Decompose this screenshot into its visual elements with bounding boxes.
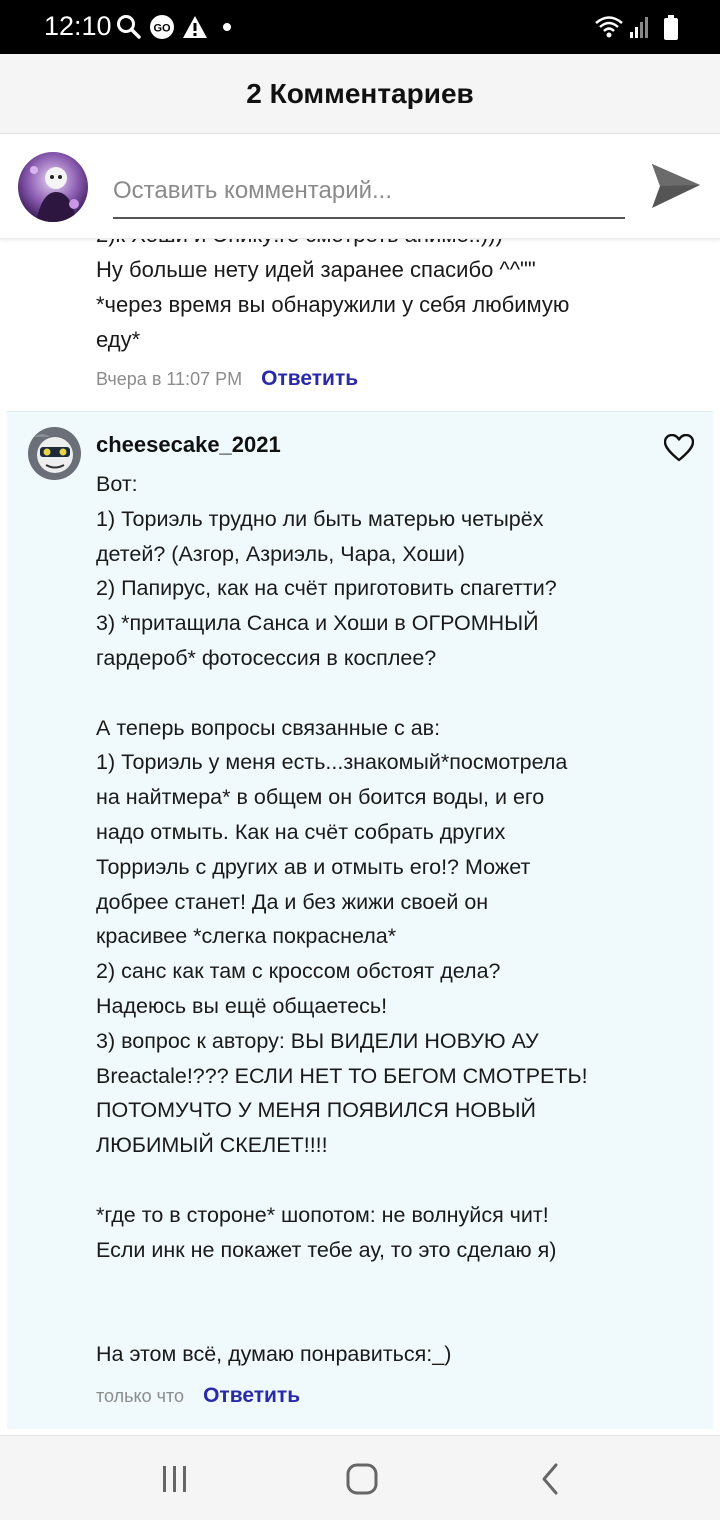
author-avatar[interactable] xyxy=(28,427,81,480)
comment-timestamp: Вчера в 11:07 PM xyxy=(96,369,243,389)
comment-line: 1) Ториэль трудно ли быть матерью четырё… xyxy=(96,506,544,531)
search-icon xyxy=(117,15,141,39)
comment-card: cheesecake_2021 Вот: 1) Ториэль трудно л… xyxy=(7,411,713,1429)
comment-timestamp: только что xyxy=(96,1386,185,1406)
comment-input[interactable] xyxy=(113,165,625,219)
status-time: 12:10 xyxy=(44,11,112,41)
comment-line: На этом всё, думаю понравиться:_) xyxy=(96,1341,452,1366)
like-heart-icon[interactable] xyxy=(664,434,694,462)
comment-line: красивее *слегка покраснела* xyxy=(96,924,397,949)
user-avatar[interactable] xyxy=(18,152,88,222)
dot-icon xyxy=(223,23,231,31)
comment-author[interactable]: cheesecake_2021 xyxy=(96,432,281,458)
comment-line: *через время вы обнаружили у себя любиму… xyxy=(96,292,570,317)
comment-line: 3) вопрос к автору: ВЫ ВИДЕЛИ НОВУЮ АУ xyxy=(96,1028,539,1053)
comment-line: 2) санс как там с кроссом обстоят дела? xyxy=(96,959,501,984)
go-icon: GO xyxy=(150,15,174,39)
comment-line: надо отмыть. Как на счёт собрать других xyxy=(96,819,506,844)
comment-line: 2) Папирус, как на счёт приготовить спаг… xyxy=(96,576,557,601)
comment-meta: только что Ответить xyxy=(96,1384,300,1408)
comment-line: А теперь вопросы связанные с ав: xyxy=(96,715,441,740)
comment-line: детей? (Азгор, Азриэль, Чара, Хоши) xyxy=(96,541,465,566)
comment-line: Если инк не покажет тебе ау, то это сдел… xyxy=(96,1237,557,1262)
comment-line: гардероб* фотосессия в косплее? xyxy=(96,645,437,670)
comment-line: *где то в стороне* шопотом: не волнуйся … xyxy=(96,1202,549,1227)
previous-comment-body: 2)к Хоши и Эпику:го смотреть аниме!:))) … xyxy=(96,239,569,357)
comment-line: Ну больше нету идей заранее спасибо ^^"" xyxy=(96,257,536,282)
previous-comment-meta: Вчера в 11:07 PM Ответить xyxy=(96,367,358,391)
battery-icon xyxy=(664,15,678,40)
previous-comment: 2)к Хоши и Эпику:го смотреть аниме!:))) … xyxy=(0,239,720,411)
status-bar: 12:10 GO xyxy=(0,0,720,54)
comment-line: Торриэль с других ав и отмыть его!? Може… xyxy=(96,854,531,879)
comment-line: 3) *притащила Санса и Хоши в ОГРОМНЫЙ xyxy=(96,611,539,636)
comment-line: Вот: xyxy=(96,472,138,496)
signal-icon xyxy=(630,17,648,38)
warning-icon xyxy=(183,16,207,38)
send-icon[interactable] xyxy=(650,160,702,212)
navigation-bar xyxy=(0,1435,720,1520)
comment-body: Вот: 1) Ториэль трудно ли быть матерью ч… xyxy=(96,467,696,1372)
comment-line xyxy=(96,1267,696,1302)
comment-line: на найтмера* в общем он боится воды, и е… xyxy=(96,785,545,810)
back-icon[interactable] xyxy=(532,1462,568,1496)
wifi-icon xyxy=(595,16,623,38)
comment-line: 2)к Хоши и Эпику:го смотреть аниме!:))) xyxy=(96,239,569,252)
page-title: 2 Комментариев xyxy=(246,78,474,109)
comment-line: еду* xyxy=(96,327,141,352)
comment-line xyxy=(96,1302,696,1337)
comment-input-bar xyxy=(0,135,720,239)
comment-line: ПОТОМУЧТО У МЕНЯ ПОЯВИЛСЯ НОВЫЙ xyxy=(96,1098,536,1123)
comment-line: ЛЮБИМЫЙ СКЕЛЕТ!!!! xyxy=(96,1133,328,1158)
reply-button[interactable]: Ответить xyxy=(261,367,358,390)
comment-line xyxy=(96,1163,696,1198)
comment-line: 1) Ториэль у меня есть...знакомый*посмот… xyxy=(96,750,568,775)
recent-apps-icon[interactable] xyxy=(157,1462,193,1496)
svg-text:GO: GO xyxy=(153,23,171,35)
comment-line: Надеюсь вы ещё общаетесь! xyxy=(96,993,388,1018)
comment-line: добрее станет! Да и без жижи своей он xyxy=(96,889,489,914)
home-icon[interactable] xyxy=(344,1462,380,1496)
header: 2 Комментариев xyxy=(0,54,720,134)
comment-line: Breactale!??? ЕСЛИ НЕТ ТО БЕГОМ СМОТРЕТЬ… xyxy=(96,1063,588,1088)
comment-line xyxy=(96,676,696,711)
reply-button[interactable]: Ответить xyxy=(203,1384,300,1407)
